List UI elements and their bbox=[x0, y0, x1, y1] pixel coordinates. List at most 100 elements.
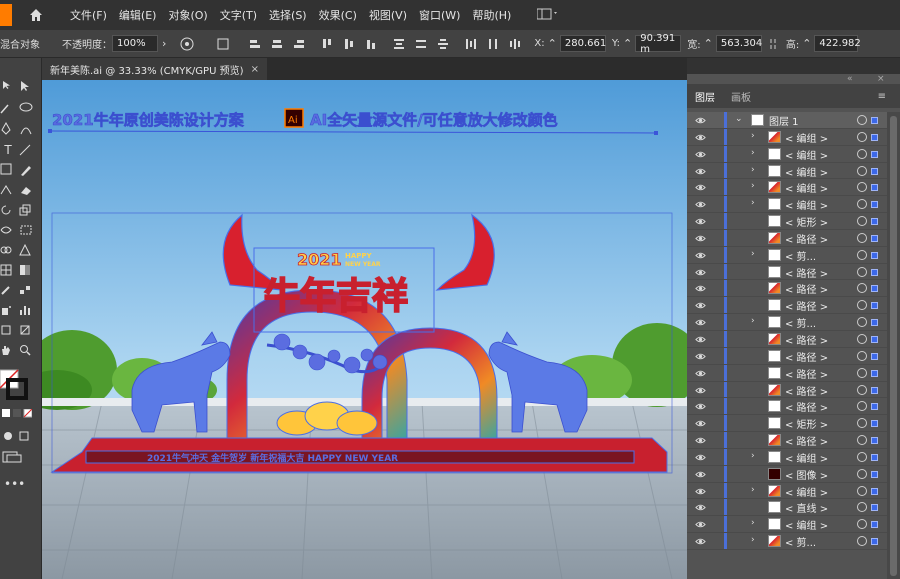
layer-row[interactable]: < 路径 > bbox=[687, 364, 887, 382]
fill-stroke-swatches[interactable] bbox=[0, 368, 28, 400]
target-circle-icon[interactable] bbox=[857, 115, 867, 125]
column-graph-tool-icon[interactable] bbox=[19, 304, 31, 316]
stepper-icon[interactable]: ⌃ bbox=[802, 37, 811, 50]
visibility-eye-icon[interactable] bbox=[695, 401, 706, 412]
layer-name[interactable]: < 编组 > bbox=[785, 197, 828, 212]
menu-item-8[interactable]: 帮助(H) bbox=[466, 7, 517, 23]
shape-builder-tool-icon[interactable] bbox=[0, 244, 12, 256]
selection-indicator[interactable] bbox=[871, 538, 878, 546]
visibility-eye-icon[interactable] bbox=[695, 149, 706, 160]
visibility-eye-icon[interactable] bbox=[695, 182, 706, 193]
stepper-icon[interactable]: ⌃ bbox=[623, 37, 632, 50]
target-circle-icon[interactable] bbox=[857, 418, 867, 429]
rotate-tool-icon[interactable] bbox=[0, 204, 12, 216]
layer-row-top[interactable]: ⌄ 图层 1 bbox=[687, 112, 887, 129]
layer-name[interactable]: < 路径 > bbox=[785, 433, 828, 448]
layer-name[interactable]: < 直线 > bbox=[785, 500, 828, 515]
layer-row[interactable]: < 路径 > bbox=[687, 381, 887, 399]
align-right-icon[interactable] bbox=[292, 37, 306, 51]
layer-name[interactable]: < 编组 > bbox=[785, 450, 828, 465]
distribute-right-icon[interactable] bbox=[508, 37, 522, 51]
menu-item-7[interactable]: 窗口(W) bbox=[413, 7, 466, 23]
menu-item-5[interactable]: 效果(C) bbox=[313, 7, 363, 23]
layer-name[interactable]: < 路径 > bbox=[785, 231, 828, 246]
target-circle-icon[interactable] bbox=[857, 384, 867, 395]
target-circle-icon[interactable] bbox=[857, 401, 867, 412]
chevron-right-icon[interactable]: › bbox=[162, 37, 166, 50]
eyedropper-tool-icon[interactable] bbox=[0, 284, 12, 296]
selection-indicator[interactable] bbox=[871, 319, 878, 327]
opacity-field[interactable]: 100% bbox=[112, 35, 158, 52]
layer-name[interactable]: < 路径 > bbox=[785, 366, 828, 381]
mesh-tool-icon[interactable] bbox=[0, 264, 12, 276]
visibility-eye-icon[interactable] bbox=[695, 334, 706, 345]
expand-chevron-icon[interactable]: › bbox=[751, 181, 759, 191]
hand-tool-icon[interactable] bbox=[0, 344, 12, 356]
selection-indicator[interactable] bbox=[871, 251, 878, 259]
layer-row[interactable]: < 路径 > bbox=[687, 398, 887, 416]
collapse-icon[interactable]: « bbox=[847, 74, 853, 84]
target-circle-icon[interactable] bbox=[857, 317, 867, 328]
distribute-bottom-icon[interactable] bbox=[436, 37, 450, 51]
layer-row[interactable]: < 路径 > bbox=[687, 297, 887, 315]
target-circle-icon[interactable] bbox=[857, 451, 867, 462]
scale-tool-icon[interactable] bbox=[19, 204, 31, 216]
distribute-top-icon[interactable] bbox=[392, 37, 406, 51]
layer-row[interactable]: › < 编组 > bbox=[687, 448, 887, 466]
layers-scrollbar[interactable] bbox=[887, 112, 900, 579]
expand-chevron-icon[interactable]: › bbox=[751, 535, 759, 545]
layer-name[interactable]: < 剪... bbox=[785, 248, 816, 263]
target-circle-icon[interactable] bbox=[857, 333, 867, 344]
visibility-eye-icon[interactable] bbox=[695, 368, 706, 379]
selection-indicator[interactable] bbox=[871, 302, 878, 310]
layer-row[interactable]: › < 编组 > bbox=[687, 162, 887, 180]
selection-indicator[interactable] bbox=[871, 403, 878, 411]
target-circle-icon[interactable] bbox=[857, 367, 867, 378]
layer-name[interactable]: < 路径 > bbox=[785, 383, 828, 398]
headline-text[interactable]: 2021牛年原创美陈设计方案 bbox=[52, 111, 245, 130]
x-field[interactable]: 280.661 bbox=[559, 35, 606, 52]
type-tool-icon[interactable]: T bbox=[0, 142, 16, 158]
symbol-sprayer-tool-icon[interactable] bbox=[0, 304, 12, 316]
layer-row[interactable]: < 路径 > bbox=[687, 330, 887, 348]
visibility-eye-icon[interactable] bbox=[695, 435, 706, 446]
target-circle-icon[interactable] bbox=[857, 283, 867, 294]
target-circle-icon[interactable] bbox=[857, 249, 867, 260]
workspace-switcher-icon[interactable] bbox=[536, 8, 559, 23]
close-icon[interactable]: × bbox=[251, 64, 259, 75]
layers-scrollbar-thumb[interactable] bbox=[890, 116, 897, 576]
distribute-center-icon[interactable] bbox=[414, 37, 428, 51]
layer-name[interactable]: < 编组 > bbox=[785, 180, 828, 195]
distribute-left-icon[interactable] bbox=[464, 37, 478, 51]
layer-row[interactable]: < 路径 > bbox=[687, 229, 887, 247]
height-field[interactable]: 422.982 bbox=[814, 35, 861, 52]
free-transform-tool-icon[interactable] bbox=[19, 224, 33, 236]
stage-base[interactable]: 2021牛气冲天 金牛贺岁 新年祝福大吉 HAPPY NEW YEAR bbox=[50, 437, 668, 473]
title-main[interactable]: 牛年吉祥 bbox=[263, 274, 409, 318]
width-tool-icon[interactable] bbox=[0, 224, 12, 236]
menu-item-6[interactable]: 视图(V) bbox=[363, 7, 413, 23]
target-circle-icon[interactable] bbox=[857, 519, 867, 530]
gradient-tool-icon[interactable] bbox=[19, 264, 31, 276]
visibility-eye-icon[interactable] bbox=[695, 418, 706, 429]
transform-icon[interactable] bbox=[216, 37, 230, 51]
expand-chevron-icon[interactable]: › bbox=[751, 485, 759, 495]
y-field[interactable]: 90.391 m bbox=[635, 33, 682, 55]
selection-indicator[interactable] bbox=[871, 504, 878, 512]
menu-item-0[interactable]: 文件(F) bbox=[64, 7, 113, 23]
visibility-eye-icon[interactable] bbox=[695, 519, 706, 530]
target-circle-icon[interactable] bbox=[857, 435, 867, 446]
layer-name[interactable]: < 编组 > bbox=[785, 517, 828, 532]
color-mode-icon[interactable] bbox=[2, 409, 32, 419]
target-circle-icon[interactable] bbox=[857, 350, 867, 361]
layer-name[interactable]: < 编组 > bbox=[785, 147, 828, 162]
direct-selection-tool-icon[interactable] bbox=[19, 80, 31, 92]
layer-name[interactable]: < 路径 > bbox=[785, 399, 828, 414]
menu-item-3[interactable]: 文字(T) bbox=[214, 7, 263, 23]
layer-name[interactable]: 图层 1 bbox=[769, 113, 799, 128]
selection-indicator[interactable] bbox=[871, 167, 878, 175]
target-circle-icon[interactable] bbox=[857, 485, 867, 496]
layer-name[interactable]: < 路径 > bbox=[785, 332, 828, 347]
screen-mode-icon[interactable] bbox=[2, 451, 22, 463]
layer-name[interactable]: < 矩形 > bbox=[785, 416, 828, 431]
